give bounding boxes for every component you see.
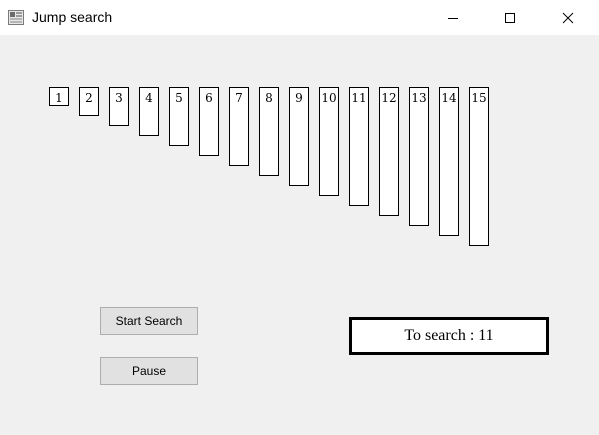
array-bar-label: 5 [175,91,183,105]
array-bar-label: 2 [85,91,93,105]
array-bar: 9 [289,87,309,186]
array-bar-label: 13 [411,91,427,105]
minimize-icon [448,17,458,19]
maximize-button[interactable] [487,0,533,35]
array-bar-label: 14 [441,91,457,105]
pause-button[interactable]: Pause [100,357,198,385]
maximize-icon [505,12,515,23]
array-bar: 6 [199,87,219,156]
minimize-button[interactable] [430,0,476,35]
window-title: Jump search [32,9,113,25]
array-bar: 7 [229,87,249,166]
array-bar: 3 [109,87,129,126]
array-bar: 2 [79,87,99,116]
array-bar-label: 10 [321,91,337,105]
array-bar: 13 [409,87,429,226]
array-bar: 15 [469,87,489,246]
array-bar-label: 12 [381,91,397,105]
array-bar: 5 [169,87,189,146]
array-bar-label: 8 [265,91,273,105]
application-icon [8,10,24,25]
array-bar-label: 15 [471,91,487,105]
start-search-button[interactable]: Start Search [100,307,198,335]
search-target-box: To search : 11 [349,317,549,355]
array-bar-label: 11 [351,91,367,105]
array-bar: 14 [439,87,459,236]
search-target-label: To search : 11 [404,327,494,344]
array-bar: 12 [379,87,399,216]
array-bar-label: 6 [205,91,213,105]
array-bar: 1 [49,87,69,106]
close-icon [562,12,574,23]
array-bar: 11 [349,87,369,206]
title-bar: Jump search [0,0,599,35]
close-button[interactable] [545,0,591,35]
array-bar-label: 1 [55,91,63,105]
array-bar: 8 [259,87,279,176]
array-bar-label: 9 [295,91,303,105]
array-bar: 10 [319,87,339,196]
array-bar-label: 4 [145,91,153,105]
array-bar: 4 [139,87,159,136]
array-bar-label: 3 [115,91,123,105]
array-bar-label: 7 [235,91,243,105]
